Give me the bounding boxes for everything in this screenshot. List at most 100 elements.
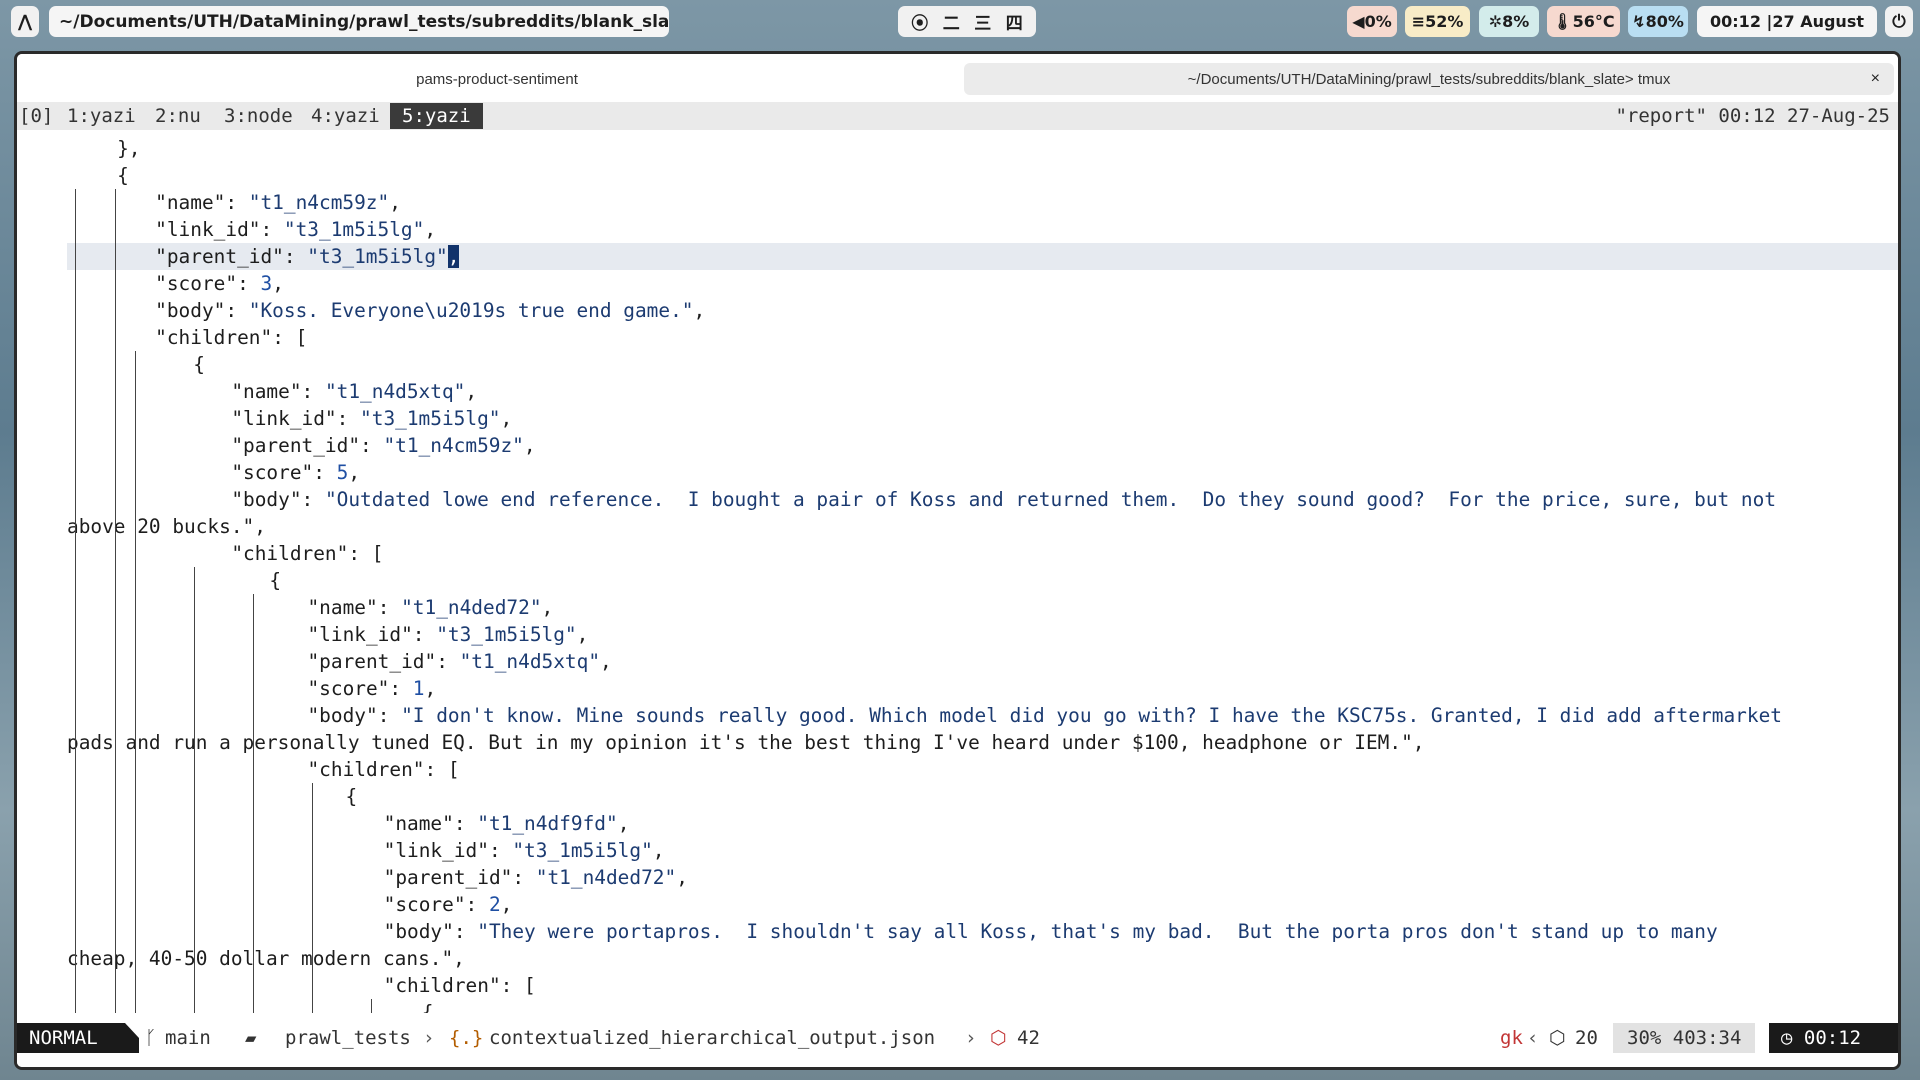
tmux-right-status: "report" 00:12 27-Aug-25 xyxy=(1615,105,1890,127)
tmux-window-2[interactable]: 2:nu xyxy=(155,103,201,129)
file-name: contextualized_hierarchical_output.json xyxy=(489,1027,936,1049)
tmux-session: [0] xyxy=(19,105,54,127)
charging-icon: ↯ xyxy=(1632,12,1646,31)
code-line: "body": "Koss. Everyone\u2019s true end … xyxy=(155,299,706,322)
thermometer-icon: 🌡︎ xyxy=(1552,12,1573,31)
memory-icon: ≡ xyxy=(1411,12,1426,31)
folder-icon: ▰ xyxy=(245,1027,257,1049)
indent-guide xyxy=(75,189,76,1013)
pending-keys: gk xyxy=(1500,1027,1523,1049)
indent-guide xyxy=(371,999,372,1013)
cube-icon: ⬡ xyxy=(1549,1027,1566,1049)
battery-indicator: ↯ 80% xyxy=(1628,6,1688,37)
mode-indicator: NORMAL xyxy=(17,1023,125,1053)
clock-icon: ◷ xyxy=(1781,1027,1804,1049)
tmux-window-3[interactable]: 3:node xyxy=(224,103,293,129)
package-icon: ⬡ xyxy=(990,1027,1007,1049)
workspace-4[interactable]: 四 xyxy=(1006,9,1023,34)
separator-chevron: ‹ xyxy=(1527,1027,1539,1049)
arch-logo-icon[interactable]: ⋀ xyxy=(11,6,39,37)
code-line: { xyxy=(193,353,205,376)
power-icon[interactable]: ⏻ xyxy=(1885,6,1913,37)
separator-chevron: › xyxy=(423,1027,435,1049)
code-line: above 20 bucks.", xyxy=(67,515,266,538)
code-line: pads and run a personally tuned EQ. But … xyxy=(67,731,1425,754)
editor-buffer[interactable]: }, {"name": "t1_n4cm59z", "link_id": "t3_1… xyxy=(17,130,1898,1013)
code-line: { xyxy=(117,164,129,187)
tab-label: ~/Documents/UTH/DataMining/prawl_tests/s… xyxy=(1187,70,1671,88)
window-bottom xyxy=(17,1053,1898,1067)
indent-guide xyxy=(135,351,136,1013)
code-line: "score": 1, xyxy=(307,677,437,700)
workspace-switcher[interactable]: ⦿ 二 三 四 xyxy=(898,6,1036,37)
code-line: "link_id": "t3_1m5i5lg", xyxy=(155,218,437,241)
cpu-indicator: ✲ 8% xyxy=(1479,6,1539,37)
cursor-position: 30% 403:34 xyxy=(1613,1023,1756,1053)
code-line: { xyxy=(421,1001,434,1013)
workspace-3[interactable]: 三 xyxy=(974,9,991,34)
git-branch-icon: ᚴ xyxy=(145,1027,157,1049)
tab-pams-product-sentiment[interactable]: pams-product-sentiment xyxy=(17,63,977,95)
code-line: "link_id": "t3_1m5i5lg", xyxy=(383,839,665,862)
code-line: "children": [ xyxy=(383,974,536,997)
code-line: { xyxy=(269,569,282,592)
terminal-window: pams-product-sentiment ~/Documents/UTH/D… xyxy=(14,51,1901,1070)
clock[interactable]: 00:12 |27 August xyxy=(1697,6,1877,37)
temperature-indicator: 🌡︎ 56°C xyxy=(1547,6,1620,37)
tmux-window-5-active[interactable]: 5:yazi xyxy=(390,103,483,129)
terminal-tab-bar: pams-product-sentiment ~/Documents/UTH/D… xyxy=(17,54,1898,102)
json-braces-icon: {.} xyxy=(449,1027,484,1049)
separator-chevron: › xyxy=(965,1027,977,1049)
code-line: "parent_id": "t1_n4d5xtq", xyxy=(307,650,612,673)
indent-guide xyxy=(194,567,195,1013)
cpu-icon: ✲ xyxy=(1488,12,1503,31)
window-title-path: ~/Documents/UTH/DataMining/prawl_tests/s… xyxy=(49,6,669,37)
code-line: "children": [ xyxy=(307,758,460,781)
memory-indicator: ≡ 52% xyxy=(1405,6,1470,37)
tmux-window-4[interactable]: 4:yazi xyxy=(311,103,380,129)
code-line: "parent_id": "t1_n4ded72", xyxy=(383,866,688,889)
volume-icon: ◀ xyxy=(1352,12,1365,31)
folder-name: prawl_tests xyxy=(285,1027,411,1049)
text-cursor: , xyxy=(447,245,460,268)
indent-guide xyxy=(312,783,313,1013)
code-line: "link_id": "t3_1m5i5lg", xyxy=(231,407,513,430)
tab-tmux[interactable]: ~/Documents/UTH/DataMining/prawl_tests/s… xyxy=(964,63,1894,95)
git-branch: main xyxy=(165,1027,211,1049)
workspace-2[interactable]: 二 xyxy=(943,9,960,34)
temperature-value: 56°C xyxy=(1572,12,1615,31)
code-line: "name": "t1_n4d5xtq", xyxy=(231,380,478,403)
cpu-value: 8% xyxy=(1502,12,1530,31)
status-line: NORMAL ᚴ main ▰ prawl_tests › {.} contex… xyxy=(17,1023,1898,1067)
code-line: "body": "I don't know. Mine sounds reall… xyxy=(307,704,1782,727)
status-time: 00:12 xyxy=(1803,1027,1862,1049)
status-clock: ◷ 00:12 xyxy=(1769,1023,1898,1053)
code-line: cheap, 40-50 dollar modern cans.", xyxy=(67,947,465,970)
top-bar: ⋀ ~/Documents/UTH/DataMining/prawl_tests… xyxy=(0,0,1920,46)
close-icon[interactable]: × xyxy=(1871,70,1880,88)
code-line: "children": [ xyxy=(231,542,384,565)
code-line: "link_id": "t3_1m5i5lg", xyxy=(307,623,589,646)
tmux-status-bar: [0] 1:yazi 2:nu 3:node 4:yazi 5:yazi "re… xyxy=(17,102,1898,130)
battery-value: 80% xyxy=(1645,12,1684,31)
code-line: "body": "Outdated lowe end reference. I … xyxy=(231,488,1777,511)
code-line: "children": [ xyxy=(155,326,308,349)
code-line: "parent_id": "t3_1m5i5lg", xyxy=(67,243,1898,270)
tmux-window-1[interactable]: 1:yazi xyxy=(67,103,136,129)
volume-value: 0% xyxy=(1364,12,1392,31)
code-line: "name": "t1_n4cm59z", xyxy=(155,191,401,214)
code-line: "score": 3, xyxy=(155,272,284,295)
volume-indicator[interactable]: ◀ 0% xyxy=(1347,6,1397,37)
indent-guide xyxy=(115,189,116,1013)
workspace-1[interactable]: ⦿ xyxy=(911,9,928,34)
code-line: { xyxy=(345,785,358,808)
code-line: "name": "t1_n4ded72", xyxy=(307,596,554,619)
code-line: "body": "They were portapros. I shouldn'… xyxy=(383,920,1718,943)
tab-label: pams-product-sentiment xyxy=(416,70,578,88)
code-line: "name": "t1_n4df9fd", xyxy=(383,812,630,835)
code-line: "score": 2, xyxy=(383,893,513,916)
memory-value: 52% xyxy=(1425,12,1464,31)
diagnostic-count: 42 xyxy=(1017,1027,1040,1049)
indent-guide xyxy=(253,594,254,1013)
lsp-count: 20 xyxy=(1575,1027,1598,1049)
